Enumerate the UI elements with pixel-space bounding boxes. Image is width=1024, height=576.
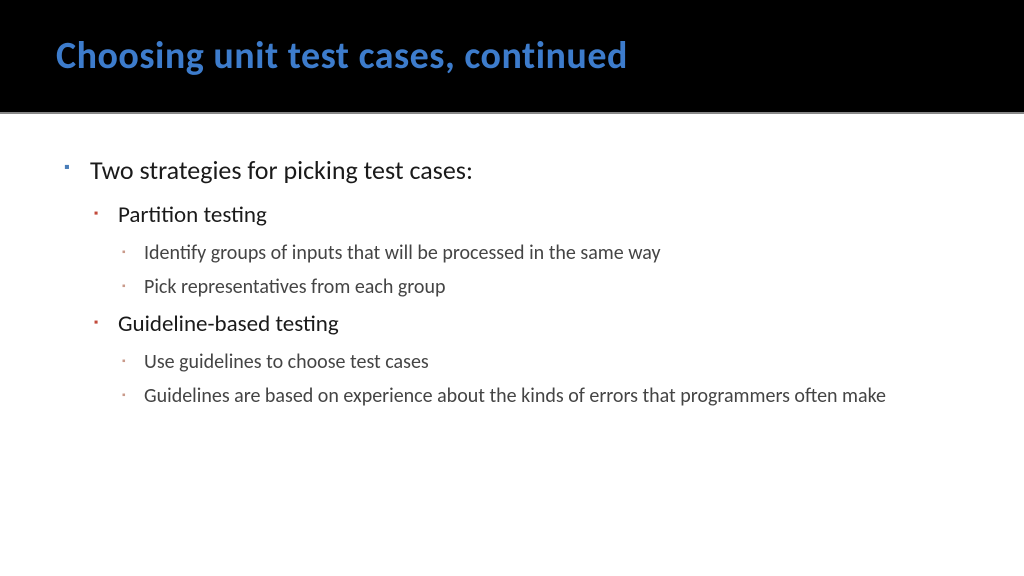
strategy-name: Guideline-based testing [118,310,339,338]
bullet-list-level1: Two strategies for picking test cases: P… [60,154,964,410]
bullet-list-level3: Use guidelines to choose test cases Guid… [118,348,964,410]
list-item: Two strategies for picking test cases: P… [60,154,964,410]
bullet-list-level3: Identify groups of inputs that will be p… [118,239,964,301]
strategy-point: Pick representatives from each group [144,275,445,299]
list-item: Guidelines are based on experience about… [118,382,964,410]
list-item: Use guidelines to choose test cases [118,348,964,376]
slide-title: Choosing unit test cases, continued [56,33,628,79]
strategy-point: Use guidelines to choose test cases [144,350,429,374]
strategy-point: Guidelines are based on experience about… [144,384,886,408]
title-bar: Choosing unit test cases, continued [0,0,1024,114]
list-item: Identify groups of inputs that will be p… [118,239,964,267]
bullet-list-level2: Partition testing Identify groups of inp… [90,200,964,410]
list-item: Partition testing Identify groups of inp… [90,200,964,301]
strategy-point: Identify groups of inputs that will be p… [144,241,661,265]
strategy-name: Partition testing [118,201,267,229]
main-point: Two strategies for picking test cases: [90,154,473,186]
list-item: Guideline-based testing Use guidelines t… [90,309,964,410]
slide-content: Two strategies for picking test cases: P… [0,114,1024,440]
list-item: Pick representatives from each group [118,273,964,301]
